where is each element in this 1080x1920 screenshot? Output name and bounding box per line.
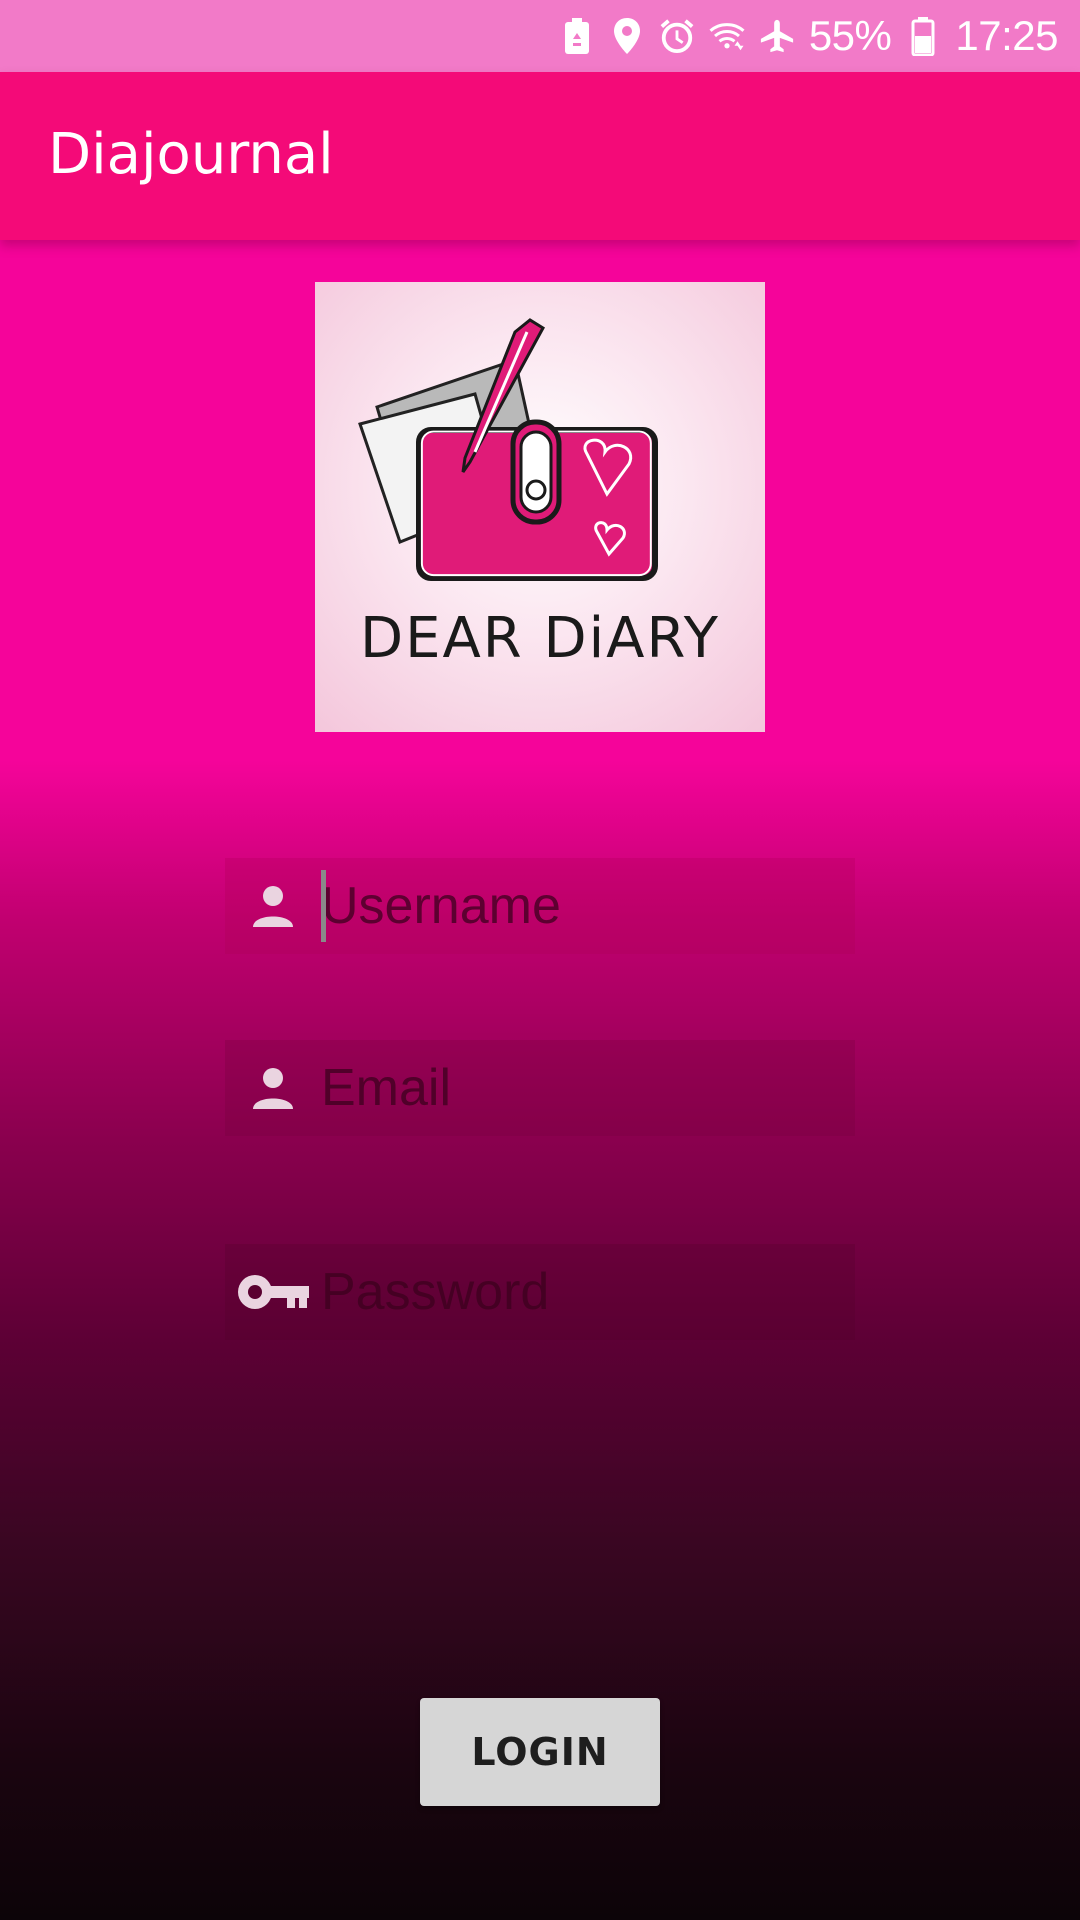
wifi-icon	[709, 16, 745, 56]
app-title: Diajournal	[48, 122, 334, 187]
username-input[interactable]	[321, 876, 841, 936]
login-button[interactable]: LOGIN	[420, 1698, 660, 1806]
alarm-icon	[659, 16, 695, 56]
battery-icon	[905, 16, 941, 56]
email-field[interactable]	[225, 1040, 855, 1136]
login-screen: DEAR DiARY Username Email LOGIN	[0, 240, 1080, 1920]
text-cursor	[321, 870, 326, 942]
person-icon	[225, 858, 321, 954]
password-field[interactable]	[225, 1244, 855, 1340]
key-icon	[225, 1244, 321, 1340]
person-icon	[225, 1040, 321, 1136]
battery-saver-icon	[559, 16, 595, 56]
status-bar: 55% 17:25	[0, 0, 1080, 72]
airplane-mode-icon	[759, 16, 795, 56]
email-input[interactable]	[321, 1058, 841, 1118]
clock: 17:25	[955, 12, 1058, 59]
status-icons: 55% 17:25	[559, 12, 1058, 60]
username-field[interactable]	[225, 858, 855, 954]
logo-text: DEAR DiARY	[360, 606, 720, 671]
password-input[interactable]	[321, 1262, 841, 1322]
diary-illustration-icon: DEAR DiARY	[358, 318, 720, 671]
dear-diary-logo: DEAR DiARY	[315, 282, 765, 732]
battery-percent: 55%	[808, 12, 892, 59]
app-bar: Diajournal	[0, 72, 1080, 240]
location-icon	[609, 16, 645, 56]
